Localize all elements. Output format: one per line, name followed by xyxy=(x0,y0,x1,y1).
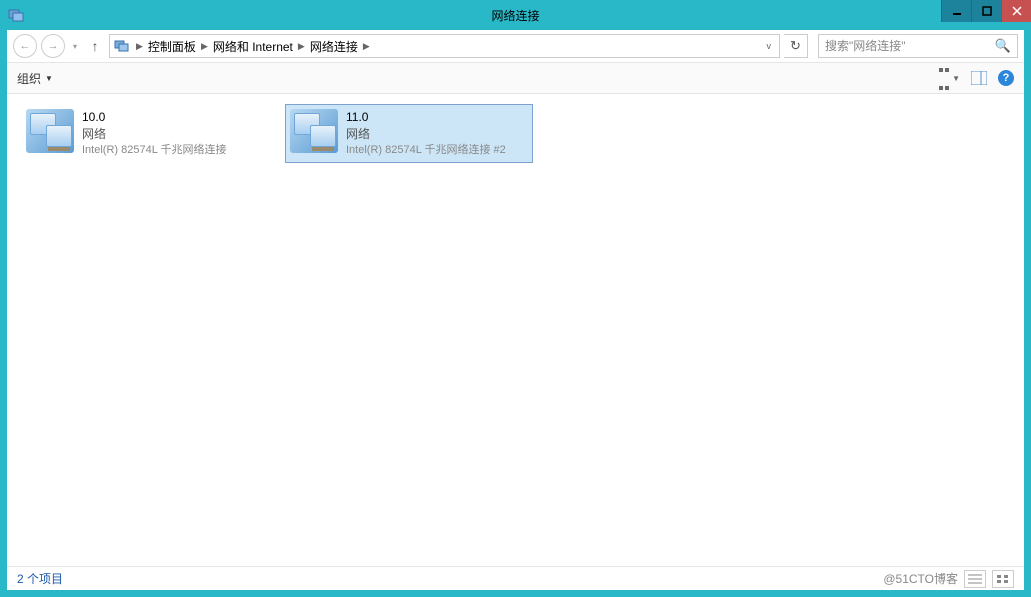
history-dropdown-icon[interactable]: ▾ xyxy=(69,42,81,51)
toolbar: 组织 ▼ ▼ ? xyxy=(7,62,1024,94)
adapter-status: 网络 xyxy=(346,126,506,143)
chevron-right-icon: ▶ xyxy=(296,41,307,52)
app-icon xyxy=(8,7,24,23)
titlebar[interactable]: 网络连接 xyxy=(0,0,1031,30)
details-view-button[interactable] xyxy=(964,570,986,588)
search-icon[interactable]: 🔍 xyxy=(995,38,1011,54)
item-count: 2 个项目 xyxy=(17,570,63,587)
adapter-item[interactable]: 11.0 网络 Intel(R) 82574L 千兆网络连接 #2 xyxy=(285,104,533,163)
adapter-name: 11.0 xyxy=(346,109,506,126)
adapter-name: 10.0 xyxy=(82,109,226,126)
adapter-info: 11.0 网络 Intel(R) 82574L 千兆网络连接 #2 xyxy=(346,109,506,158)
organize-button[interactable]: 组织 ▼ xyxy=(17,70,53,87)
adapter-status: 网络 xyxy=(82,126,226,143)
adapter-device: Intel(R) 82574L 千兆网络连接 xyxy=(82,143,226,158)
chevron-right-icon: ▶ xyxy=(361,41,372,52)
refresh-button[interactable]: ↻ xyxy=(784,34,808,58)
toolbar-right: ▼ ? xyxy=(938,60,1014,96)
breadcrumb-network-internet[interactable]: 网络和 Internet xyxy=(210,38,296,55)
status-bar: 2 个项目 @51CTO博客 xyxy=(7,566,1024,590)
minimize-button[interactable] xyxy=(941,0,971,22)
window-controls xyxy=(941,0,1031,22)
view-selector[interactable]: ▼ xyxy=(938,60,960,96)
adapter-info: 10.0 网络 Intel(R) 82574L 千兆网络连接 xyxy=(82,109,226,158)
help-button[interactable]: ? xyxy=(998,70,1014,86)
address-bar[interactable]: ▶ 控制面板 ▶ 网络和 Internet ▶ 网络连接 ▶ v xyxy=(109,34,780,58)
maximize-button[interactable] xyxy=(971,0,1001,22)
chevron-right-icon: ▶ xyxy=(199,41,210,52)
network-adapter-icon xyxy=(26,109,74,153)
search-box[interactable]: 🔍 xyxy=(818,34,1018,58)
status-right: @51CTO博客 xyxy=(883,570,1014,588)
organize-label: 组织 xyxy=(17,70,41,87)
chevron-down-icon: ▼ xyxy=(45,74,53,83)
adapter-device: Intel(R) 82574L 千兆网络连接 #2 xyxy=(346,143,506,158)
preview-pane-button[interactable] xyxy=(970,69,988,87)
chevron-down-icon: ▼ xyxy=(952,74,960,83)
address-dropdown-icon[interactable]: v xyxy=(763,41,776,51)
breadcrumb-network-connections[interactable]: 网络连接 xyxy=(307,38,361,55)
window-frame: 网络连接 ← → ▾ ↑ ▶ 控制面板 ▶ 网络和 Internet ▶ 网络连… xyxy=(0,0,1031,597)
forward-button[interactable]: → xyxy=(41,34,65,58)
adapter-item[interactable]: 10.0 网络 Intel(R) 82574L 千兆网络连接 xyxy=(21,104,269,163)
navigation-row: ← → ▾ ↑ ▶ 控制面板 ▶ 网络和 Internet ▶ 网络连接 ▶ v… xyxy=(7,30,1024,62)
search-input[interactable] xyxy=(825,39,995,53)
items-view[interactable]: 10.0 网络 Intel(R) 82574L 千兆网络连接 11.0 网络 I… xyxy=(7,94,1024,566)
chevron-right-icon: ▶ xyxy=(134,41,145,52)
watermark: @51CTO博客 xyxy=(883,570,958,587)
location-icon xyxy=(114,38,130,54)
up-button[interactable]: ↑ xyxy=(85,38,105,54)
breadcrumb-control-panel[interactable]: 控制面板 xyxy=(145,38,199,55)
network-adapter-icon xyxy=(290,109,338,153)
close-button[interactable] xyxy=(1001,0,1031,22)
large-icons-view-button[interactable] xyxy=(992,570,1014,588)
back-button[interactable]: ← xyxy=(13,34,37,58)
window-title: 网络连接 xyxy=(491,7,539,24)
client-area: ← → ▾ ↑ ▶ 控制面板 ▶ 网络和 Internet ▶ 网络连接 ▶ v… xyxy=(7,30,1024,590)
